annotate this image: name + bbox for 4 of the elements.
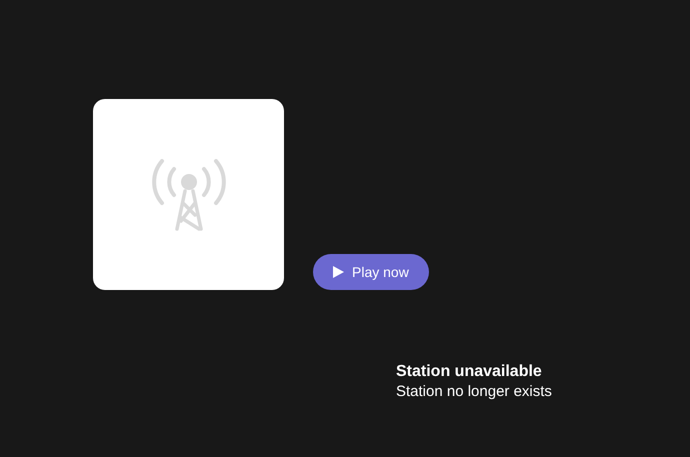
play-icon bbox=[333, 266, 344, 278]
play-button[interactable]: Play now bbox=[313, 254, 429, 290]
status-title: Station unavailable bbox=[396, 362, 543, 382]
status-message: Station no longer exists bbox=[396, 382, 553, 402]
